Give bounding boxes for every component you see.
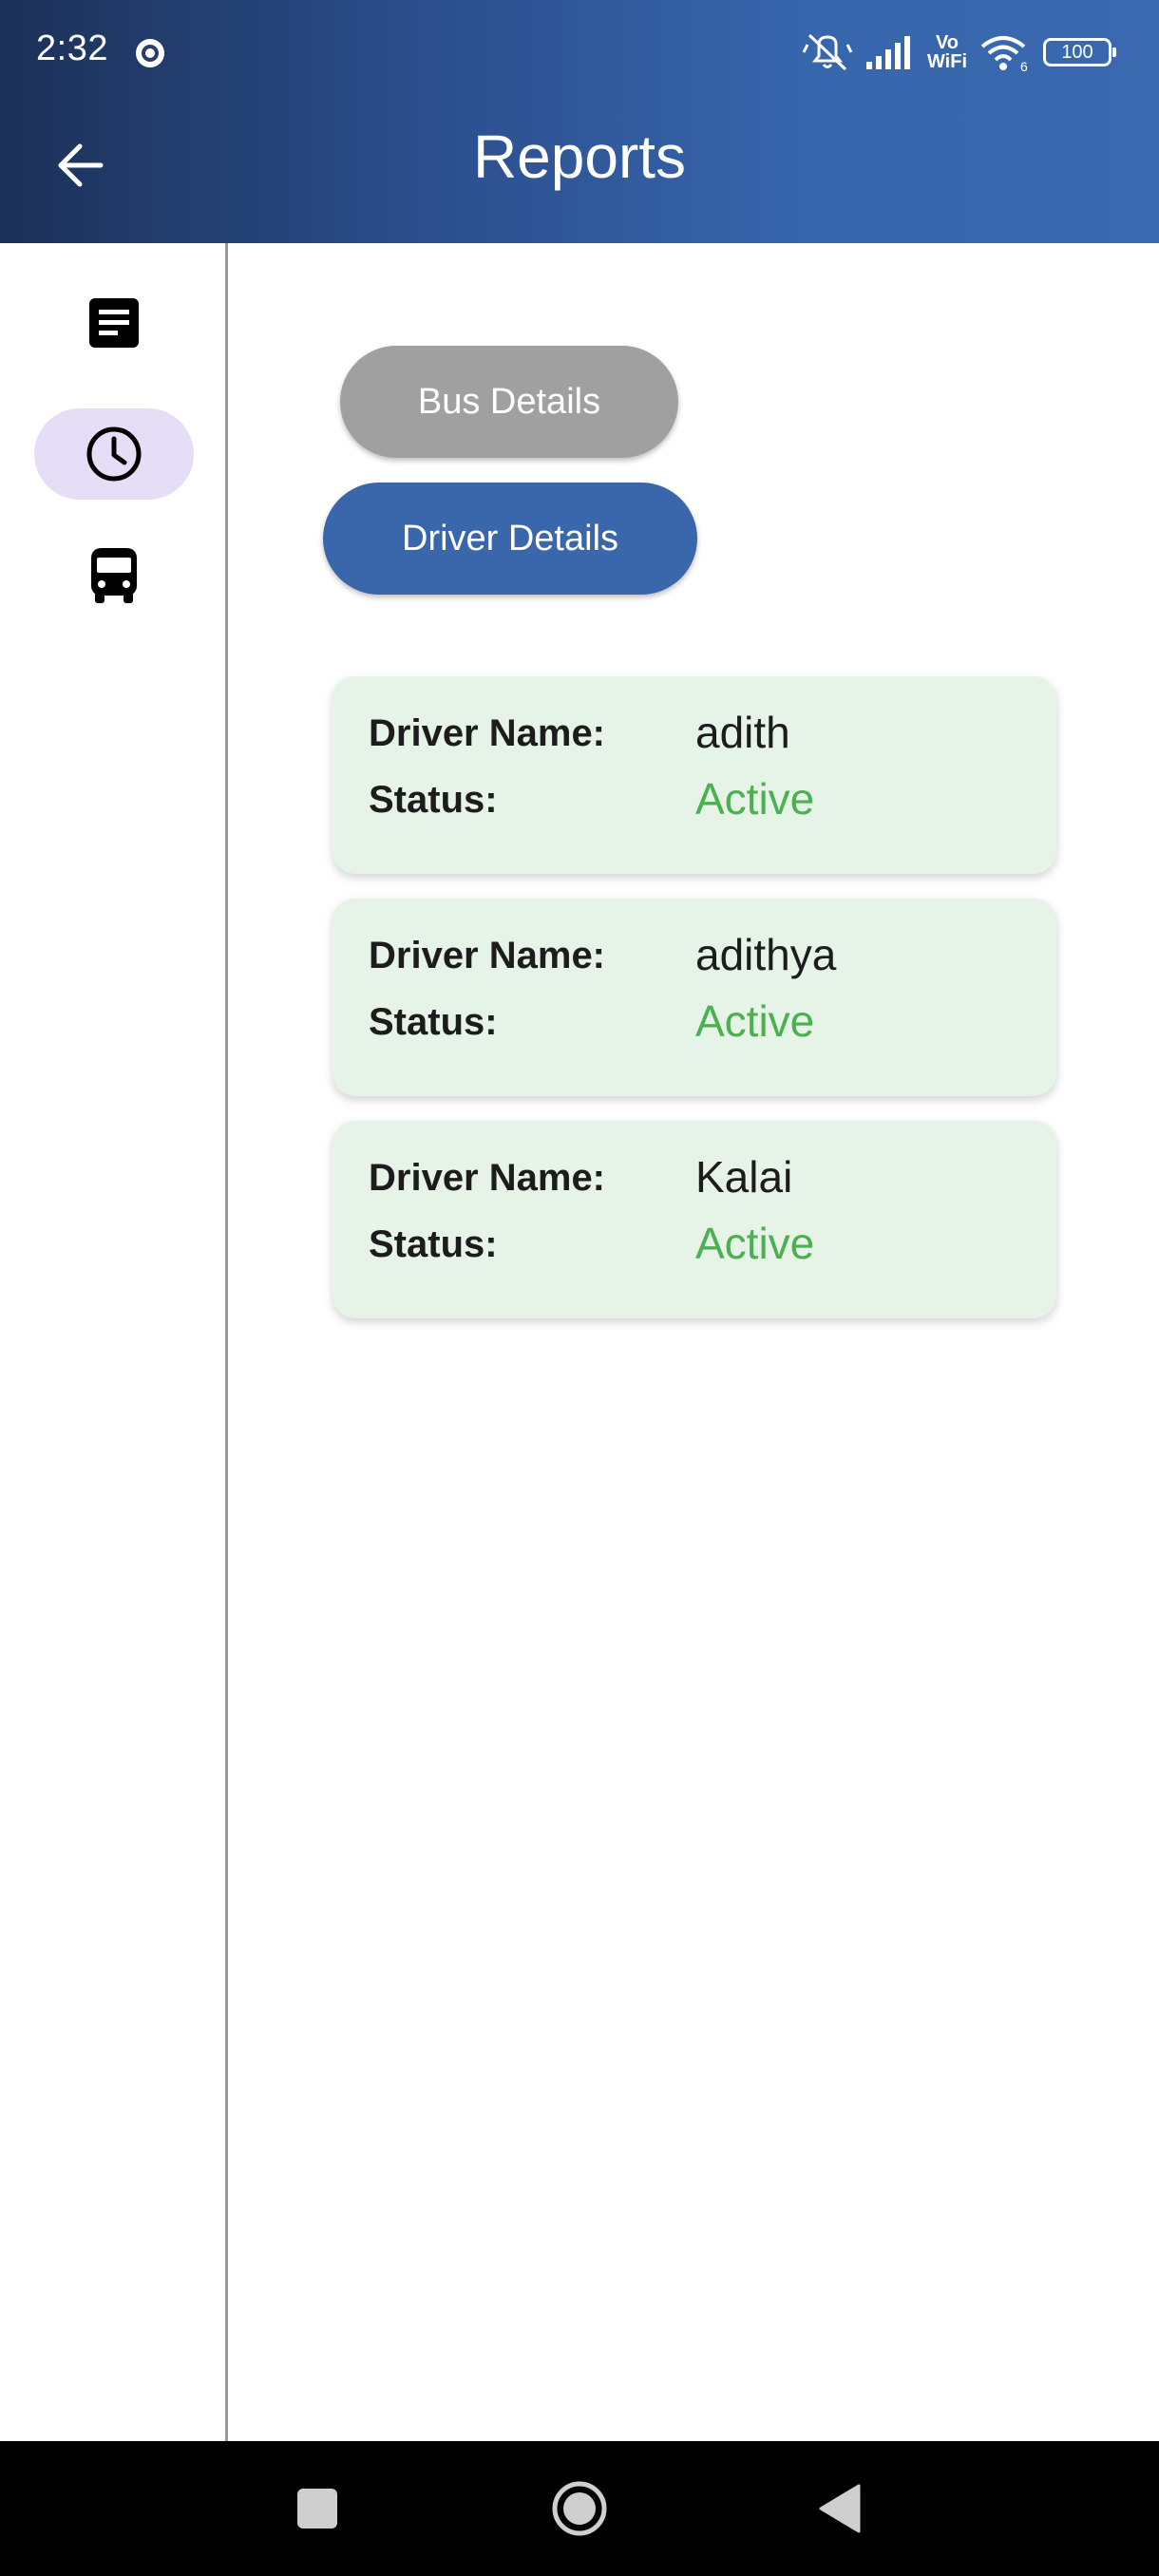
driver-card[interactable]: Driver Name: adithya Status: Active <box>332 899 1056 1096</box>
wifi-icon: 6 <box>980 36 1028 73</box>
app-header: 2:32 Vo WiFi 6 100 Reports <box>0 0 1159 243</box>
driver-name-value: adithya <box>695 930 837 979</box>
vibrate-mute-icon <box>802 33 853 71</box>
driver-card[interactable]: Driver Name: Kalai Status: Active <box>332 1121 1056 1318</box>
recents-square-icon <box>297 2489 337 2529</box>
system-navigation-bar <box>0 2441 1159 2576</box>
driver-name-label: Driver Name: <box>369 712 606 754</box>
bus-details-button[interactable]: Bus Details <box>340 346 678 458</box>
status-value: Active <box>695 774 815 824</box>
back-triangle-icon <box>819 2484 861 2533</box>
rail-item-bus[interactable] <box>34 530 194 621</box>
bus-icon <box>91 548 137 603</box>
navigation-rail <box>0 243 228 2441</box>
driver-card[interactable]: Driver Name: adith Status: Active <box>332 676 1056 874</box>
home-button[interactable] <box>532 2441 627 2576</box>
status-value: Active <box>695 1219 815 1268</box>
driver-details-button[interactable]: Driver Details <box>323 483 697 595</box>
battery-indicator: 100 <box>1043 38 1116 66</box>
status-label: Status: <box>369 1001 498 1043</box>
status-label: Status: <box>369 779 498 821</box>
rail-item-documents[interactable] <box>34 277 194 369</box>
driver-name-label: Driver Name: <box>369 1157 606 1199</box>
page-title: Reports <box>472 123 687 191</box>
driver-name-label: Driver Name: <box>369 935 606 976</box>
svg-text:6: 6 <box>1020 59 1028 73</box>
document-icon <box>89 298 139 348</box>
status-value: Active <box>695 996 815 1046</box>
driver-name-value: Kalai <box>695 1152 793 1202</box>
vowifi-indicator: Vo WiFi <box>926 32 967 72</box>
driver-name-value: adith <box>695 708 790 757</box>
home-circle-icon <box>552 2481 607 2536</box>
status-time: 2:32 <box>36 28 108 68</box>
status-icons: Vo WiFi 6 100 <box>802 27 1116 78</box>
clock-icon <box>86 426 142 482</box>
status-label: Status: <box>369 1223 498 1265</box>
signal-icon <box>865 36 910 69</box>
system-back-button[interactable] <box>792 2441 887 2576</box>
screen-record-icon <box>136 39 164 67</box>
rail-item-history[interactable] <box>34 408 194 500</box>
recents-button[interactable] <box>270 2441 365 2576</box>
